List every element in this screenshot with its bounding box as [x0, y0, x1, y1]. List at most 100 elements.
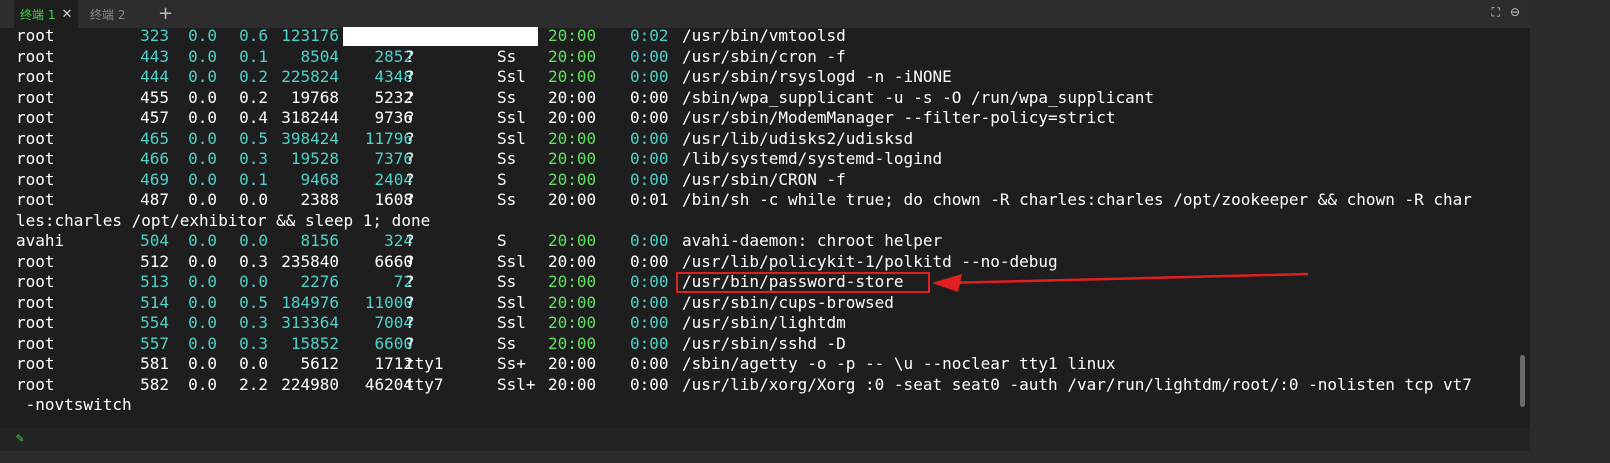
tab-terminal-1[interactable]: 终端 1 ✕ [14, 0, 79, 28]
cpu-cell: 0.0 [188, 190, 217, 209]
window-controls: ⛶ ⊖ [1492, 5, 1520, 20]
user-cell: root [16, 333, 55, 353]
vsz-cell: 5612 [300, 354, 339, 373]
command-cell: /usr/lib/udisks2/udisksd [682, 128, 914, 148]
command-cell: /sbin/wpa_supplicant -u -s -O /run/wpa_s… [682, 87, 1155, 107]
start-cell: 20:00 [548, 190, 597, 209]
process-row: root 557 0.0 0.3 15852 6600? Ss 20:00 0:00/usr/s… [16, 334, 1521, 355]
time-cell: 0:00 [630, 108, 669, 127]
start-cell: 20:00 [548, 333, 597, 353]
stat-cell: Ss [497, 87, 517, 107]
command-cell: -novtswitch [16, 395, 132, 414]
user-cell: avahi [16, 231, 65, 250]
tab-terminal-2[interactable]: 终端 2 [84, 0, 131, 28]
vsz-cell: 184976 [281, 292, 339, 312]
tty-cell: ? [405, 108, 415, 127]
tty-cell: ? [405, 272, 415, 291]
status-bar: ✎ [0, 428, 1530, 451]
stat-cell: Ss [497, 190, 517, 209]
vsz-cell: 19768 [290, 87, 339, 107]
terminal-output[interactable]: root 323 0.0 0.6 123176 20:00 0:02/usr/bin/vmt… [16, 26, 1521, 414]
pid-cell: 443 [140, 46, 169, 66]
time-cell: 0:00 [630, 128, 669, 148]
cpu-cell: 0.0 [188, 292, 217, 312]
terminal-window: 终端 1 ✕ 终端 2 + ⛶ ⊖ root 323 0.0 0.6 123176 20:… [0, 0, 1530, 451]
close-icon[interactable]: ✕ [61, 7, 72, 22]
scrollbar-thumb[interactable] [1520, 355, 1525, 407]
process-row: root 465 0.0 0.5 398424 11796? Ssl 20:00 0:00/us… [16, 129, 1521, 150]
maximize-icon[interactable]: ⛶ [1492, 5, 1500, 20]
start-cell: 20:00 [548, 26, 597, 45]
mem-cell: 0.0 [239, 190, 268, 209]
pid-cell: 444 [140, 67, 169, 86]
pid-cell: 504 [140, 231, 169, 250]
command-cell: /usr/sbin/ModemManager --filter-policy=s… [682, 108, 1116, 127]
tty-cell: ? [405, 169, 415, 189]
pid-cell: 466 [140, 149, 169, 168]
minimize-icon[interactable]: ⊖ [1510, 5, 1520, 20]
process-row: root 582 0.0 2.2 224980 46204 tty7 Ssl+ 20:00 0:0… [16, 375, 1521, 396]
start-cell: 20:00 [548, 169, 597, 189]
user-cell: root [16, 67, 55, 86]
cpu-cell: 0.0 [188, 46, 217, 66]
user-cell: root [16, 354, 55, 373]
cpu-cell: 0.0 [188, 26, 217, 45]
tty-cell: tty1 [405, 354, 444, 373]
pid-cell: 514 [140, 292, 169, 312]
cpu-cell: 0.0 [188, 169, 217, 189]
tty-cell: ? [405, 46, 415, 66]
time-cell: 0:00 [630, 374, 669, 394]
time-cell: 0:00 [630, 169, 669, 189]
user-cell: root [16, 87, 55, 107]
add-tab-button[interactable]: + [158, 3, 173, 24]
stat-cell: Ssl [497, 128, 526, 148]
stat-cell: Ssl [497, 313, 526, 332]
pid-cell: 582 [140, 374, 169, 394]
process-row: root 581 0.0 0.0 5612 1712 tty1 Ss+ 20:00 0:00/sb… [16, 354, 1521, 375]
redaction-box [343, 27, 538, 46]
process-row: root 514 0.0 0.5 184976 11000? Ssl 20:00 0:00/us… [16, 293, 1521, 314]
process-row: avahi 504 0.0 0.0 8156 324? S 20:00 0:00 avahi-da… [16, 231, 1521, 252]
start-cell: 20:00 [548, 231, 597, 250]
start-cell: 20:00 [548, 374, 597, 394]
pencil-icon[interactable]: ✎ [16, 431, 24, 446]
vsz-cell: 8156 [300, 231, 339, 250]
stat-cell: Ssl [497, 251, 526, 271]
time-cell: 0:00 [630, 149, 669, 168]
pid-cell: 323 [140, 26, 169, 45]
command-cell: /bin/sh -c while true; do chown -R charl… [682, 190, 1472, 209]
mem-cell: 0.3 [239, 313, 268, 332]
command-cell: /usr/sbin/sshd -D [682, 333, 846, 353]
mem-cell: 0.2 [239, 67, 268, 86]
mem-cell: 0.5 [239, 292, 268, 312]
time-cell: 0:00 [630, 313, 669, 332]
command-cell: /usr/sbin/cups-browsed [682, 292, 894, 312]
tty-cell: ? [405, 67, 415, 86]
start-cell: 20:00 [548, 128, 597, 148]
process-row: root 443 0.0 0.1 8504 2852? Ss 20:00 0:00/usr/sb… [16, 47, 1521, 68]
process-row: root 469 0.0 0.1 9468 2404? S 20:00 0:00/usr/sbi… [16, 170, 1521, 191]
stat-cell: Ss [497, 272, 517, 291]
command-cell: /usr/sbin/lightdm [682, 313, 846, 332]
time-cell: 0:00 [630, 67, 669, 86]
user-cell: root [16, 272, 55, 291]
command-cell: /usr/lib/policykit-1/polkitd --no-debug [682, 251, 1058, 271]
tty-cell: ? [405, 251, 415, 271]
command-cell: /sbin/agetty -o -p -- \u --noclear tty1 … [682, 354, 1116, 373]
stat-cell: Ss+ [497, 354, 526, 373]
mem-cell: 0.2 [239, 87, 268, 107]
cpu-cell: 0.0 [188, 231, 217, 250]
process-row: root 444 0.0 0.2 225824 4348? Ssl 20:00 0:00/usr… [16, 67, 1521, 88]
tty-cell: ? [405, 313, 415, 332]
cpu-cell: 0.0 [188, 128, 217, 148]
user-cell: root [16, 292, 55, 312]
tty-cell: ? [405, 333, 415, 353]
user-cell: root [16, 313, 55, 332]
process-row-continuation: -novtswitch [16, 395, 1521, 414]
pid-cell: 581 [140, 354, 169, 373]
cpu-cell: 0.0 [188, 272, 217, 291]
start-cell: 20:00 [548, 67, 597, 86]
start-cell: 20:00 [548, 292, 597, 312]
vsz-cell: 318244 [281, 108, 339, 127]
vsz-cell: 9468 [300, 169, 339, 189]
